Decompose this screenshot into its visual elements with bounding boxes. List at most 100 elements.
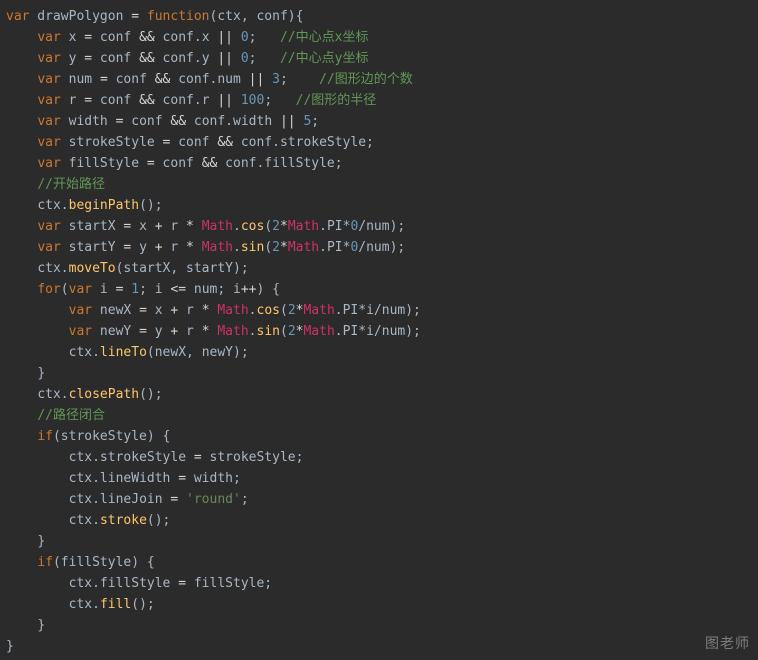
- code-token: 0: [241, 51, 249, 66]
- code-token: ();: [147, 513, 170, 528]
- code-token: =: [194, 450, 202, 465]
- code-token: Math: [217, 324, 248, 339]
- code-token: =: [131, 9, 139, 24]
- code-token: +: [155, 240, 163, 255]
- code-token: =: [178, 471, 186, 486]
- code-token: ;: [280, 72, 319, 87]
- code-token: =: [178, 576, 186, 591]
- code-token: 2: [272, 240, 280, 255]
- code-token: drawPolygon: [29, 9, 131, 24]
- code-token: var: [37, 156, 60, 171]
- code-token: (: [264, 240, 272, 255]
- code-token: ) {: [257, 282, 280, 297]
- code-token: startX: [61, 219, 124, 234]
- code-token: ;: [249, 30, 280, 45]
- code-token: conf: [155, 156, 202, 171]
- code-token: r: [163, 219, 186, 234]
- code-token: Math: [303, 303, 334, 318]
- code-token: &&: [217, 135, 233, 150]
- code-token: x: [61, 30, 84, 45]
- code-token: var: [37, 135, 60, 150]
- code-token: ctx.: [37, 198, 68, 213]
- code-token: ||: [217, 51, 233, 66]
- code-token: [233, 51, 241, 66]
- code-token: [178, 492, 186, 507]
- code-token: [139, 9, 147, 24]
- code-token: var: [37, 93, 60, 108]
- code-token: .PI*: [319, 219, 350, 234]
- code-token: var: [37, 30, 60, 45]
- code-token: ctx.: [37, 261, 68, 276]
- code-token: moveTo: [69, 261, 116, 276]
- code-token: cos: [241, 219, 264, 234]
- code-token: ++: [241, 282, 257, 297]
- code-token: 'round': [186, 492, 241, 507]
- code-token: 0: [241, 30, 249, 45]
- code-token: var: [37, 114, 60, 129]
- code-comment: //路径闭合: [37, 408, 105, 423]
- code-token: var: [37, 51, 60, 66]
- code-token: conf: [170, 135, 217, 150]
- code-token: ;: [264, 93, 295, 108]
- code-token: conf: [123, 114, 170, 129]
- code-token: (fillStyle) {: [53, 555, 155, 570]
- code-token: if: [37, 429, 53, 444]
- code-token: *: [280, 240, 288, 255]
- code-token: strokeStyle: [61, 135, 163, 150]
- code-token: fillStyle;: [186, 576, 272, 591]
- code-token: conf.width: [186, 114, 280, 129]
- code-token: var: [69, 282, 92, 297]
- code-token: &&: [155, 72, 171, 87]
- code-token: .PI*: [319, 240, 350, 255]
- code-token: ctx.: [69, 597, 100, 612]
- code-token: 3: [272, 72, 280, 87]
- code-token: [194, 219, 202, 234]
- code-token: ctx.lineWidth: [69, 471, 179, 486]
- code-token: cos: [257, 303, 280, 318]
- code-token: [233, 93, 241, 108]
- code-token: 100: [241, 93, 264, 108]
- code-token: ();: [139, 198, 162, 213]
- code-token: ||: [217, 93, 233, 108]
- code-token: conf.strokeStyle;: [233, 135, 374, 150]
- code-token: (: [280, 324, 288, 339]
- code-token: startY: [61, 240, 124, 255]
- code-token: width;: [186, 471, 241, 486]
- code-token: *: [202, 324, 210, 339]
- code-token: ctx.: [37, 387, 68, 402]
- code-comment: //开始路径: [37, 177, 105, 192]
- code-token: .: [249, 303, 257, 318]
- code-token: closePath: [69, 387, 139, 402]
- code-token: (: [61, 282, 69, 297]
- code-token: ; i: [139, 282, 170, 297]
- code-token: conf: [92, 30, 139, 45]
- code-token: r: [178, 324, 201, 339]
- code-token: [264, 72, 272, 87]
- code-token: ctx.: [69, 345, 100, 360]
- code-token: x: [147, 303, 170, 318]
- code-token: ;: [249, 51, 280, 66]
- code-token: ||: [217, 30, 233, 45]
- code-token: conf.r: [155, 93, 218, 108]
- code-token: y: [131, 240, 154, 255]
- code-token: &&: [170, 114, 186, 129]
- code-token: .PI*i/num);: [335, 303, 421, 318]
- code-token: ctx.: [69, 513, 100, 528]
- code-token: i: [92, 282, 115, 297]
- code-token: =: [84, 93, 92, 108]
- code-token: 1: [131, 282, 139, 297]
- code-token: var: [37, 219, 60, 234]
- code-comment: //图形的半径: [296, 93, 377, 108]
- code-token: y: [147, 324, 170, 339]
- code-token: conf: [92, 93, 139, 108]
- code-token: var: [6, 9, 29, 24]
- code-token: ();: [139, 387, 162, 402]
- code-token: /num);: [358, 240, 405, 255]
- code-token: (newX, newY);: [147, 345, 249, 360]
- code-token: =: [84, 30, 92, 45]
- code-token: lineTo: [100, 345, 147, 360]
- code-token: =: [84, 51, 92, 66]
- code-token: conf: [92, 51, 139, 66]
- code-comment: //中心点x坐标: [280, 30, 368, 45]
- code-token: conf.y: [155, 51, 218, 66]
